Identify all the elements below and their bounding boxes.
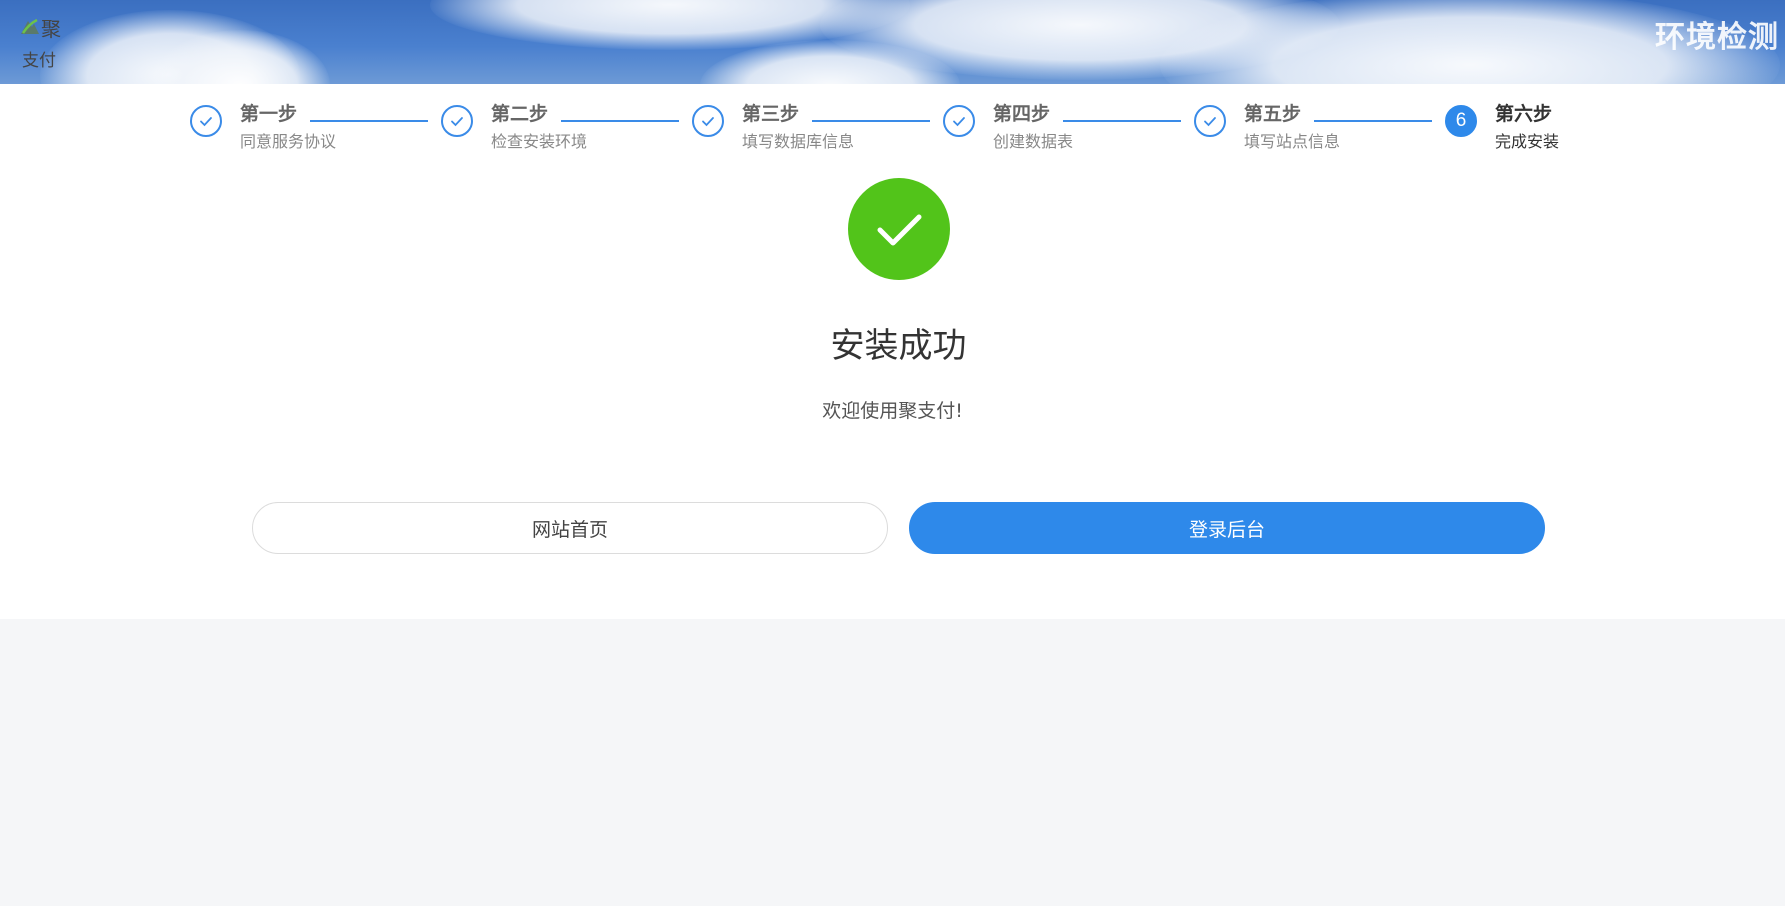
install-result-panel: 第一步 同意服务协议 第二步 检查安装环境 第三步 填写数据库信息 第四步 创建… — [0, 84, 1785, 619]
header-title: 环境检测 — [1655, 20, 1779, 55]
step-desc: 创建数据表 — [993, 132, 1074, 151]
check-icon — [692, 105, 724, 137]
step-connector — [310, 120, 428, 122]
step-desc: 完成安装 — [1495, 132, 1560, 151]
step-3: 第三步 填写数据库信息 — [692, 102, 930, 162]
check-icon — [1194, 105, 1226, 137]
step-connector — [1314, 120, 1432, 122]
check-icon — [943, 105, 975, 137]
step-1: 第一步 同意服务协议 — [190, 102, 428, 162]
mountain-logo-icon — [21, 18, 39, 34]
step-5: 第五步 填写站点信息 — [1194, 102, 1432, 162]
header-banner: 聚 支付 环境检测 — [0, 0, 1785, 84]
step-desc: 填写站点信息 — [1244, 132, 1341, 151]
step-title: 第六步 — [1495, 103, 1553, 125]
admin-login-button[interactable]: 登录后台 — [909, 502, 1545, 554]
step-connector — [812, 120, 930, 122]
step-title: 第二步 — [491, 103, 549, 125]
success-subtitle: 欢迎使用聚支付! — [822, 400, 963, 422]
step-6: 6 第六步 完成安装 — [1445, 102, 1585, 162]
website-home-button[interactable]: 网站首页 — [252, 502, 888, 554]
step-desc: 同意服务协议 — [240, 132, 337, 151]
step-connector — [561, 120, 679, 122]
step-desc: 检查安装环境 — [491, 132, 588, 151]
logo-text: 支付 — [22, 51, 56, 71]
success-title: 安装成功 — [830, 326, 967, 366]
logo[interactable]: 聚 支付 — [18, 14, 88, 74]
step-title: 第四步 — [993, 103, 1051, 125]
step-desc: 填写数据库信息 — [742, 132, 855, 151]
check-icon — [441, 105, 473, 137]
install-steps: 第一步 同意服务协议 第二步 检查安装环境 第三步 填写数据库信息 第四步 创建… — [190, 102, 1590, 162]
step-title: 第三步 — [742, 103, 800, 125]
step-connector — [1063, 120, 1181, 122]
step-4: 第四步 创建数据表 — [943, 102, 1181, 162]
step-title: 第一步 — [240, 103, 298, 125]
step-number-badge: 6 — [1445, 105, 1477, 137]
step-2: 第二步 检查安装环境 — [441, 102, 679, 162]
logo-text: 聚 — [41, 17, 61, 41]
step-title: 第五步 — [1244, 103, 1302, 125]
success-check-icon — [848, 178, 950, 280]
check-icon — [190, 105, 222, 137]
